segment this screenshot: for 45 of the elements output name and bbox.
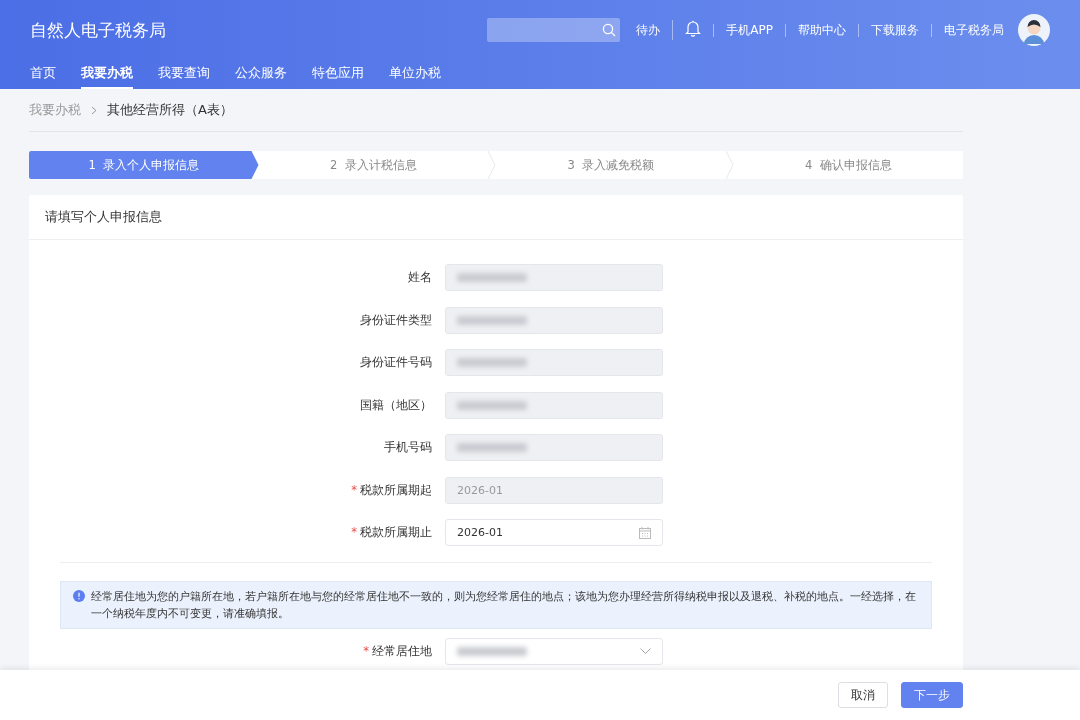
field-label: 手机号码	[384, 440, 432, 454]
search-field[interactable]	[487, 18, 621, 42]
header-link[interactable]: 下载服务	[858, 23, 931, 37]
step-tab[interactable]: 1 录入个人申报信息	[29, 151, 259, 179]
search-icon	[602, 23, 617, 37]
step-tab[interactable]: 3 录入减免税额	[496, 151, 726, 179]
required-mark: *	[351, 482, 357, 497]
calendar-icon	[639, 526, 651, 539]
chevron-right-icon	[91, 105, 97, 115]
caret-down-icon	[640, 648, 651, 654]
nav-tab[interactable]: 我要查询	[158, 60, 210, 89]
date-field[interactable]: 2026-01	[445, 519, 663, 546]
step-tab[interactable]: 4 确认申报信息	[733, 151, 963, 179]
field-label: 身份证件号码	[360, 355, 432, 369]
site-title: 自然人电子税务局	[30, 18, 167, 42]
field-value: 2026-01	[457, 526, 503, 539]
cancel-button[interactable]: 取消	[838, 682, 888, 708]
header-link[interactable]: 待办	[636, 23, 673, 37]
select-field[interactable]	[445, 637, 663, 665]
header-link[interactable]: 手机APP	[713, 23, 785, 37]
field-value: 2026-01	[457, 483, 503, 497]
nav-tab[interactable]: 我要办税	[81, 60, 133, 89]
card-title: 请填写个人申报信息	[45, 209, 162, 224]
info-icon	[73, 589, 85, 602]
bell-icon[interactable]	[685, 20, 702, 37]
step-tab[interactable]: 2 录入计税信息	[258, 151, 488, 179]
field-label: 经常居住地	[372, 643, 432, 658]
nav-tab[interactable]: 首页	[30, 60, 56, 89]
notice-text: 经常居住地为您的户籍所在地，若户籍所在地与您的经常居住地不一致的，则为您经常居住的地点；该地为您办理经营所得纳税申报以及退税、补税的地点。一经选择，在一个纳税年度内不可变更，请准确填报。	[91, 588, 917, 622]
breadcrumb-current: 其他经营所得（A表）	[107, 101, 233, 119]
field-label: 税款所属期止	[360, 525, 432, 539]
header-link[interactable]: 帮助中心	[785, 23, 858, 37]
required-mark: *	[363, 643, 369, 658]
required-mark: *	[351, 525, 357, 539]
next-button[interactable]: 下一步	[901, 682, 963, 708]
breadcrumb-link[interactable]: 我要办税	[29, 101, 81, 119]
field-label: 姓名	[408, 270, 432, 284]
nav-tab[interactable]: 特色应用	[312, 60, 364, 89]
avatar-icon[interactable]	[1018, 14, 1050, 46]
nav-tab[interactable]: 公众服务	[235, 60, 287, 89]
header-link[interactable]: 电子税务局	[931, 23, 1016, 37]
field-label: 税款所属期起	[360, 482, 432, 497]
field-label: 国籍（地区）	[360, 397, 432, 412]
field-label: 身份证件类型	[360, 312, 432, 327]
nav-tab[interactable]: 单位办税	[389, 60, 441, 89]
